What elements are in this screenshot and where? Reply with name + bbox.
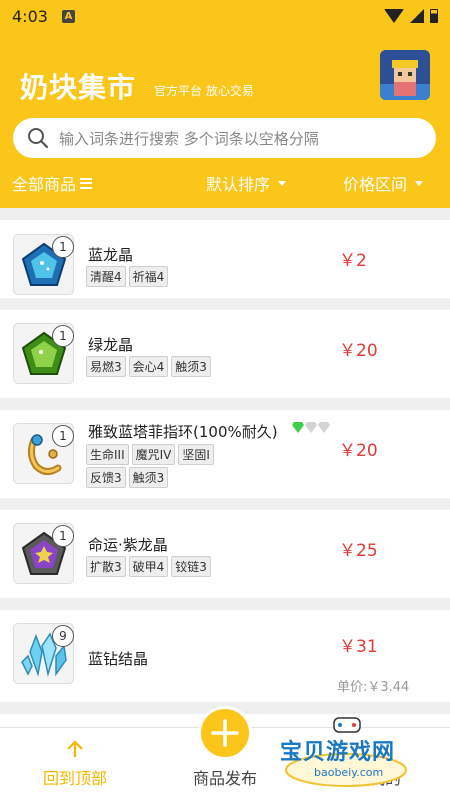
caret-down-icon	[278, 180, 287, 186]
product-name: 命运·紫龙晶	[88, 536, 168, 554]
attribute-tag: 易燃3	[86, 356, 126, 377]
filter-row: 全部商品 默认排序 价格区间	[0, 168, 450, 198]
quantity-badge: 1	[52, 236, 74, 258]
app-title: 奶块集市	[20, 71, 137, 104]
attribute-tag: 祈福4	[128, 266, 169, 287]
sort-label: 默认排序	[206, 175, 271, 194]
back-to-top-button[interactable]: 回到顶部	[30, 728, 120, 800]
watermark: 宝贝游戏网 baobeiy.com	[276, 716, 426, 792]
attribute-tag: 破甲4	[128, 556, 169, 577]
gray-gem-icon	[305, 422, 317, 433]
status-time: 4:03	[12, 6, 48, 26]
green-gem-icon	[292, 422, 304, 433]
plus-icon	[211, 719, 239, 747]
attribute-tag: 扩散3	[86, 556, 126, 577]
publish-plus-button[interactable]	[198, 706, 252, 760]
status-notification-icon: A	[61, 9, 75, 23]
quantity-badge: 1	[52, 525, 74, 547]
gray-gem-icon	[318, 422, 330, 433]
attribute-tags: 反馈3 触须3	[86, 467, 169, 488]
attribute-tag: 清醒4	[86, 266, 126, 287]
list-menu-icon	[80, 177, 93, 189]
watermark-title: 宝贝游戏网	[280, 740, 396, 765]
product-name: 绿龙晶	[88, 336, 134, 354]
attribute-tag: 铰链3	[171, 556, 211, 577]
back-to-top-label: 回到顶部	[42, 769, 107, 788]
status-bar: 4:03 A	[0, 0, 450, 32]
arrow-up-icon	[67, 740, 83, 757]
attribute-tag: 坚固I	[178, 444, 214, 465]
battery-icon	[430, 9, 438, 23]
product-price: ￥31	[339, 637, 378, 657]
watermark-url: baobeiy.com	[314, 766, 384, 779]
attribute-tag: 反馈3	[86, 467, 126, 488]
attribute-tags: 清醒4 祈福4	[86, 266, 169, 287]
attribute-tags: 易燃3 会心4 触须3	[86, 356, 211, 377]
product-price: ￥20	[339, 341, 378, 361]
price-range-label: 价格区间	[343, 175, 408, 194]
search-placeholder: 输入词条进行搜索 多个词条以空格分隔	[59, 129, 319, 148]
attribute-tag: 触须3	[128, 467, 169, 488]
quantity-badge: 9	[52, 625, 74, 647]
product-name: 蓝龙晶	[88, 246, 134, 264]
product-price: ￥20	[339, 441, 378, 461]
search-icon	[28, 128, 49, 149]
sort-dropdown[interactable]: 默认排序	[206, 171, 287, 195]
avatar[interactable]	[380, 50, 430, 100]
publish-label: 商品发布	[192, 769, 257, 788]
product-price: ￥2	[339, 251, 367, 271]
signal-icon	[410, 9, 424, 23]
product-card[interactable]: 1 命运·紫龙晶 扩散3 破甲4 铰链3 ￥25	[0, 510, 450, 598]
app-subtitle: 官方平台 放心交易	[154, 84, 254, 98]
product-card[interactable]: 1 蓝龙晶 清醒4 祈福4 ￥2	[0, 220, 450, 298]
header: 奶块集市 官方平台 放心交易 输入词条进行搜索 多个词条以空格分隔 全部商品 默…	[0, 32, 450, 208]
attribute-tags: 扩散3 破甲4 铰链3	[86, 556, 211, 577]
filter-all-label: 全部商品	[12, 175, 77, 194]
product-card[interactable]: 1 绿龙晶 易燃3 会心4 触须3 ￥20	[0, 310, 450, 398]
product-name: 蓝钻结晶	[88, 650, 149, 668]
filter-all-products[interactable]: 全部商品	[12, 171, 93, 195]
caret-down-icon	[415, 180, 424, 186]
quantity-badge: 1	[52, 325, 74, 347]
attribute-tags: 生命III 魔咒IV 坚固I	[86, 444, 214, 465]
unit-price: 单价:￥3.44	[337, 680, 410, 695]
search-input[interactable]: 输入词条进行搜索 多个词条以空格分隔	[13, 118, 436, 158]
product-card[interactable]: 9 蓝钻结晶 ￥31 单价:￥3.44	[0, 610, 450, 702]
price-range-dropdown[interactable]: 价格区间	[343, 171, 424, 195]
attribute-tag: 会心4	[128, 356, 169, 377]
attribute-tag: 魔咒IV	[131, 444, 176, 465]
wifi-icon	[384, 9, 404, 23]
status-icons	[384, 9, 438, 23]
attribute-tag: 触须3	[171, 356, 211, 377]
product-name: 雅致蓝塔菲指环(100%耐久)	[88, 423, 278, 441]
durability-gems	[292, 422, 330, 433]
product-card[interactable]: 1 雅致蓝塔菲指环(100%耐久) 生命III 魔咒IV 坚固I 反馈3 触须3…	[0, 410, 450, 498]
attribute-tag: 生命III	[86, 444, 129, 465]
product-price: ￥25	[339, 541, 378, 561]
quantity-badge: 1	[52, 425, 74, 447]
